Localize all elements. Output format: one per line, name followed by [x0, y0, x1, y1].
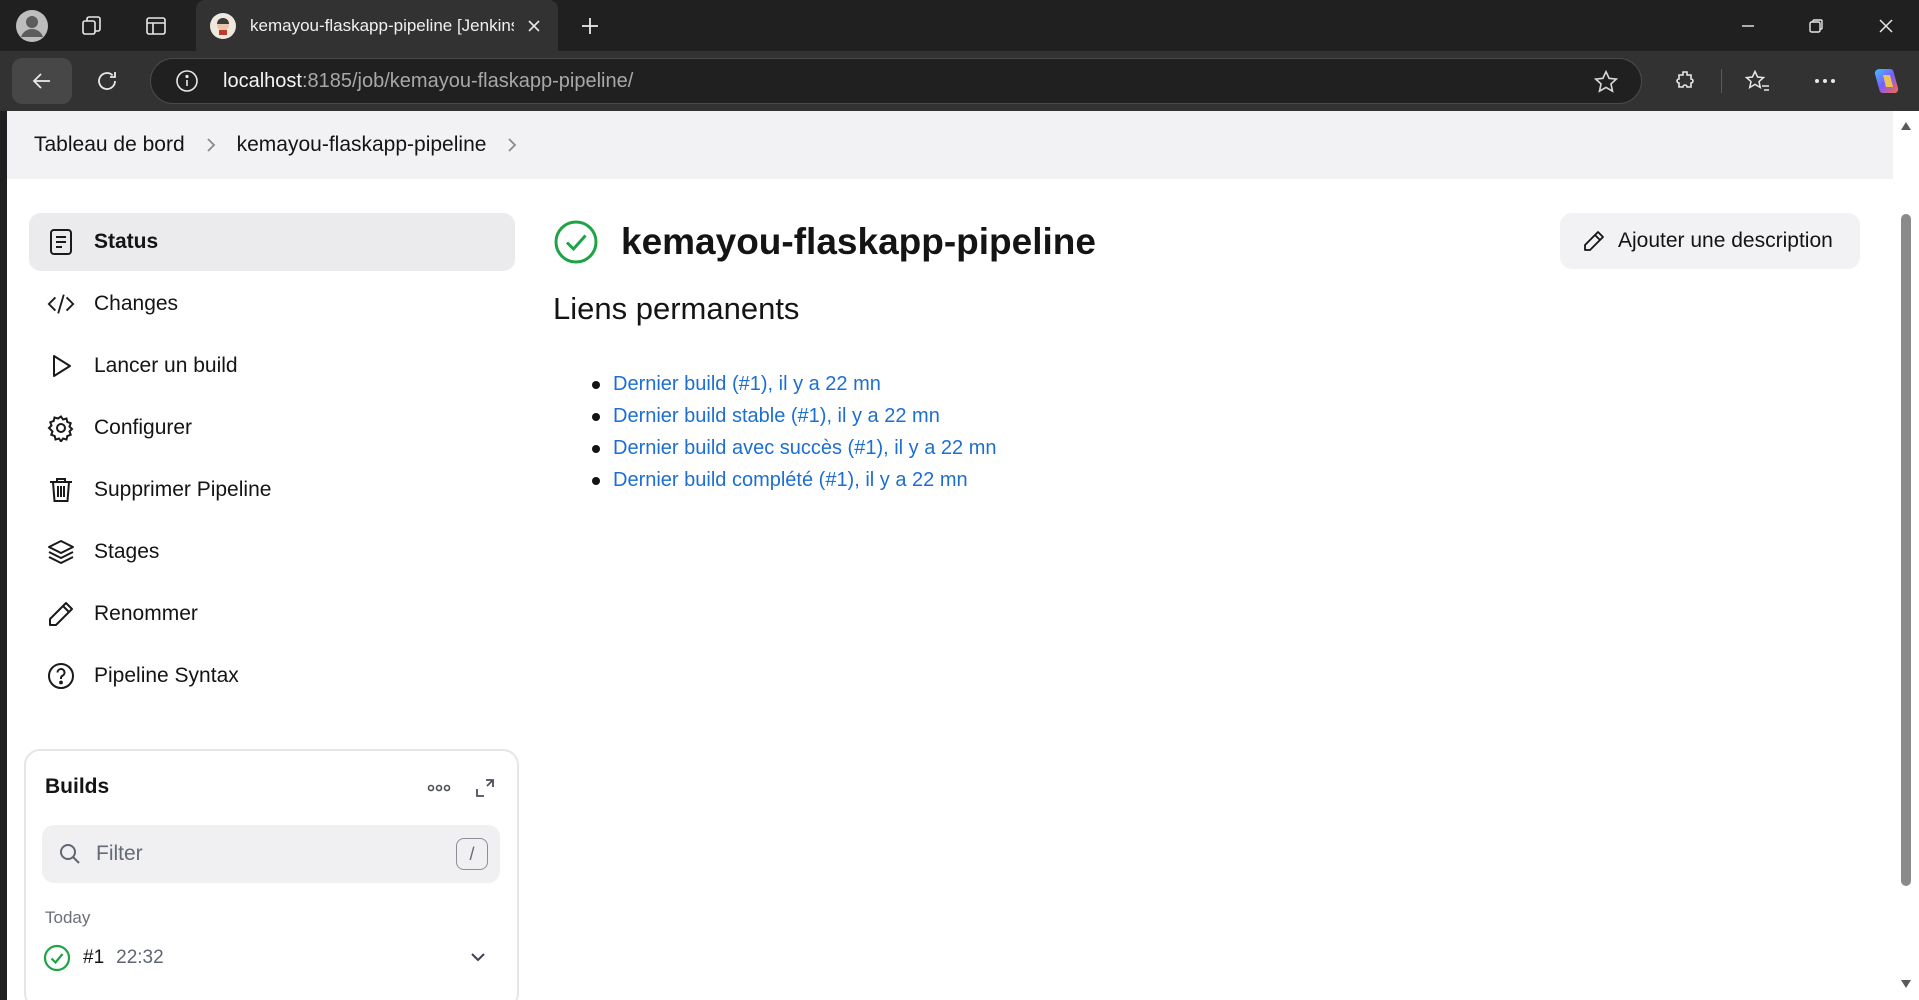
- sidebar-item-stages[interactable]: Stages: [29, 523, 515, 581]
- play-icon: [47, 352, 75, 380]
- sidebar-item-label: Pipeline Syntax: [94, 664, 239, 687]
- url-text: localhost:8185/job/kemayou-flaskapp-pipe…: [223, 70, 633, 93]
- scroll-up-arrow-icon[interactable]: [1900, 121, 1912, 131]
- page-scrollbar[interactable]: [1893, 111, 1919, 1000]
- sidebar: Status Changes Lancer un build Configure…: [29, 213, 515, 709]
- chevron-right-icon: [205, 136, 217, 154]
- favorites-icon[interactable]: [1741, 64, 1775, 98]
- breadcrumb: Tableau de bord kemayou-flaskapp-pipelin…: [7, 111, 1893, 179]
- build-group-label: Today: [45, 908, 91, 927]
- browser-title-bar: kemayou-flaskapp-pipeline [Jenkins]: [0, 0, 1919, 51]
- sidebar-item-label: Supprimer Pipeline: [94, 478, 272, 501]
- success-check-icon: [43, 944, 71, 972]
- profile-icon[interactable]: [14, 8, 50, 44]
- close-tab-icon[interactable]: [522, 14, 546, 38]
- permalink-last-completed-build[interactable]: Dernier build complété (#1), il y a 22 m…: [613, 469, 968, 492]
- builds-title: Builds: [45, 775, 110, 798]
- tab-actions-icon[interactable]: [142, 12, 170, 40]
- builds-panel: Builds / Today #1 22:32: [24, 749, 519, 1000]
- breadcrumb-dashboard[interactable]: Tableau de bord: [34, 133, 185, 157]
- more-options-icon[interactable]: [424, 775, 454, 801]
- tab-title: kemayou-flaskapp-pipeline [Jenkins]: [250, 15, 514, 35]
- sidebar-item-label: Stages: [94, 540, 160, 563]
- build-number[interactable]: #1: [83, 947, 104, 969]
- sidebar-item-label: Changes: [94, 292, 179, 315]
- sidebar-item-label: Renommer: [94, 602, 198, 625]
- scrollbar-thumb[interactable]: [1901, 214, 1911, 886]
- list-item: Dernier build (#1), il y a 22 mn: [592, 368, 997, 400]
- restore-icon[interactable]: [1798, 12, 1834, 40]
- more-icon[interactable]: [1808, 64, 1842, 98]
- star-icon[interactable]: [1593, 69, 1619, 95]
- list-item: Dernier build avec succès (#1), il y a 2…: [592, 432, 997, 464]
- copilot-icon[interactable]: [1869, 64, 1903, 98]
- code-icon: [47, 290, 75, 318]
- layers-icon: [47, 538, 75, 566]
- sidebar-item-pipeline-syntax[interactable]: Pipeline Syntax: [29, 647, 515, 705]
- permalink-last-stable-build[interactable]: Dernier build stable (#1), il y a 22 mn: [613, 405, 940, 428]
- success-status-icon: [553, 219, 599, 265]
- sidebar-item-build[interactable]: Lancer un build: [29, 337, 515, 395]
- info-icon[interactable]: [175, 69, 199, 93]
- sidebar-item-rename[interactable]: Renommer: [29, 585, 515, 643]
- back-icon[interactable]: [12, 58, 72, 104]
- sidebar-item-status[interactable]: Status: [29, 213, 515, 271]
- sidebar-item-delete[interactable]: Supprimer Pipeline: [29, 461, 515, 519]
- help-icon: [47, 662, 75, 690]
- url-path: :8185/job/kemayou-flaskapp-pipeline/: [301, 69, 634, 92]
- pencil-icon: [47, 600, 75, 628]
- toolbar-divider: [1721, 69, 1722, 93]
- address-bar[interactable]: localhost:8185/job/kemayou-flaskapp-pipe…: [150, 58, 1642, 104]
- close-window-icon[interactable]: [1868, 12, 1904, 40]
- extensions-icon[interactable]: [1668, 64, 1702, 98]
- permalinks-list: Dernier build (#1), il y a 22 mn Dernier…: [592, 368, 997, 496]
- url-host: localhost: [223, 69, 302, 92]
- gear-icon: [47, 414, 75, 442]
- permalink-last-successful-build[interactable]: Dernier build avec succès (#1), il y a 2…: [613, 437, 997, 460]
- browser-toolbar: localhost:8185/job/kemayou-flaskapp-pipe…: [0, 51, 1919, 111]
- chevron-right-icon[interactable]: [506, 136, 518, 154]
- workspaces-icon[interactable]: [78, 12, 106, 40]
- job-title-row: kemayou-flaskapp-pipeline: [553, 213, 1096, 271]
- breadcrumb-job[interactable]: kemayou-flaskapp-pipeline: [237, 133, 487, 157]
- sidebar-item-configure[interactable]: Configurer: [29, 399, 515, 457]
- refresh-icon[interactable]: [90, 64, 124, 98]
- sidebar-item-label: Status: [94, 230, 159, 253]
- list-item: Dernier build stable (#1), il y a 22 mn: [592, 400, 997, 432]
- new-tab-icon[interactable]: [576, 12, 604, 40]
- keyboard-shortcut-badge: /: [456, 838, 488, 870]
- add-description-label: Ajouter une description: [1618, 229, 1833, 252]
- scroll-down-arrow-icon[interactable]: [1900, 979, 1912, 989]
- sidebar-item-changes[interactable]: Changes: [29, 275, 515, 333]
- page-title: kemayou-flaskapp-pipeline: [621, 221, 1096, 262]
- list-item: Dernier build complété (#1), il y a 22 m…: [592, 464, 997, 496]
- expand-icon[interactable]: [472, 775, 498, 801]
- build-row[interactable]: #1 22:32: [43, 938, 499, 978]
- browser-tab[interactable]: kemayou-flaskapp-pipeline [Jenkins]: [196, 0, 558, 51]
- minimize-icon[interactable]: [1730, 12, 1766, 40]
- permalinks-heading: Liens permanents: [553, 291, 800, 326]
- sidebar-item-label: Configurer: [94, 416, 193, 439]
- document-icon: [47, 228, 75, 256]
- permalink-last-build[interactable]: Dernier build (#1), il y a 22 mn: [613, 373, 881, 396]
- jenkins-page: Tableau de bord kemayou-flaskapp-pipelin…: [7, 111, 1893, 1000]
- add-description-button[interactable]: Ajouter une description: [1560, 213, 1860, 269]
- jenkins-favicon-icon: [210, 12, 236, 39]
- chevron-down-icon[interactable]: [467, 946, 489, 968]
- builds-filter[interactable]: /: [42, 825, 500, 883]
- trash-icon: [47, 476, 75, 504]
- search-icon: [58, 842, 82, 866]
- filter-input[interactable]: [96, 842, 436, 866]
- pencil-icon: [1582, 229, 1606, 253]
- sidebar-item-label: Lancer un build: [94, 354, 238, 377]
- build-time: 22:32: [116, 947, 164, 968]
